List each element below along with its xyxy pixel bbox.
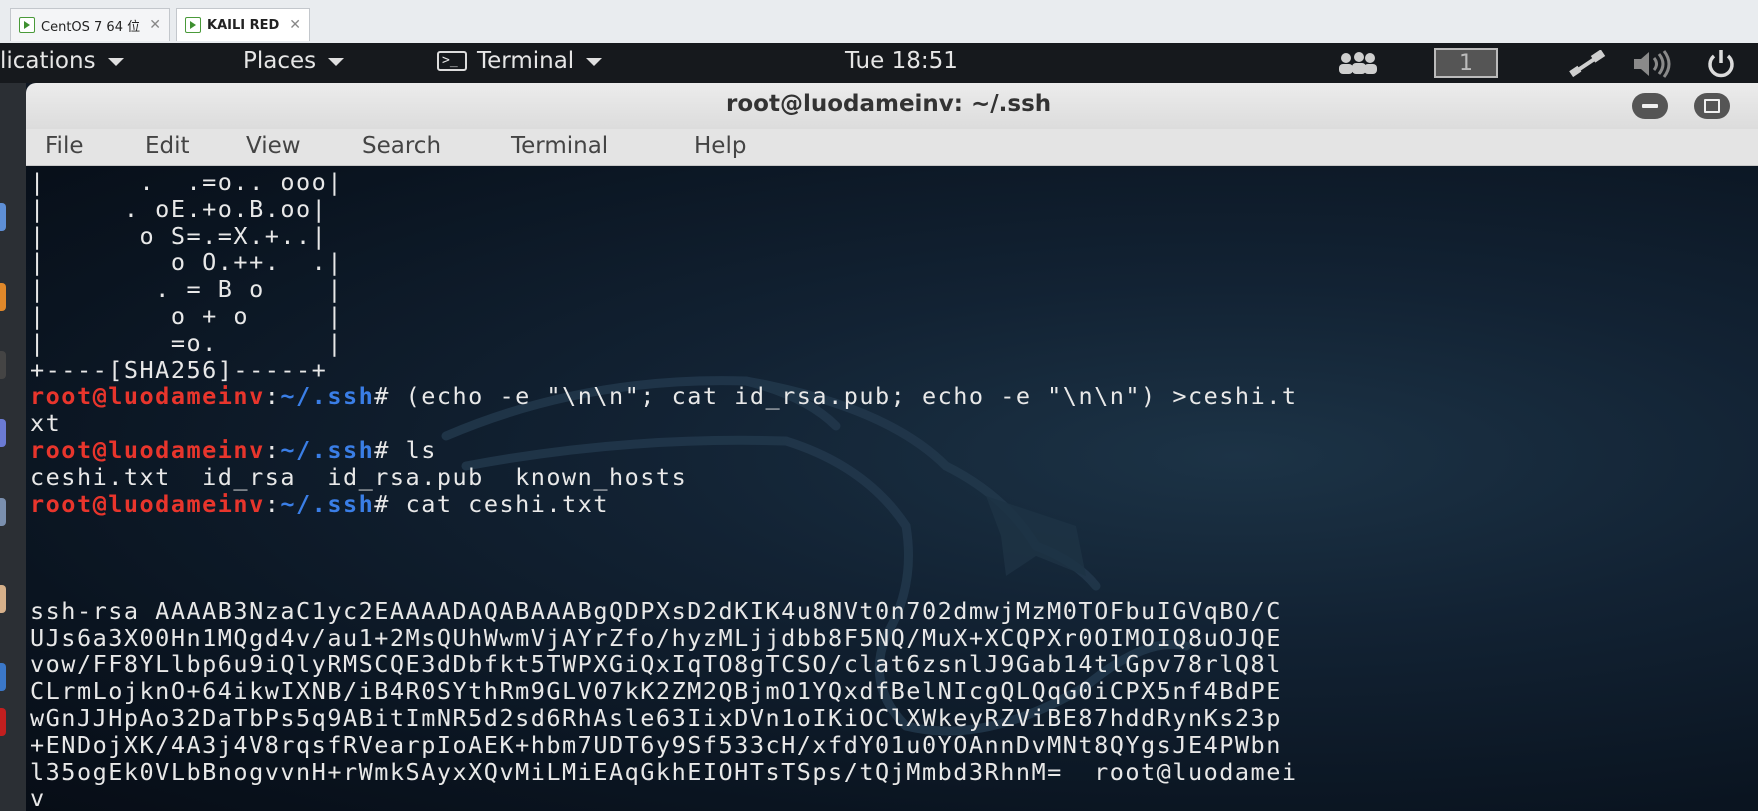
prompt-path: ~/.ssh	[280, 382, 375, 411]
dock-app-icon[interactable]	[0, 419, 6, 447]
window-titlebar[interactable]: root@luodameinv: ~/.ssh	[26, 83, 1758, 129]
volume-icon[interactable]	[1632, 50, 1674, 78]
vm-tab-label: KAILI RED	[207, 17, 280, 33]
gnome-top-bar: lications Places >_ Terminal Tue 18:51 1	[0, 43, 1758, 83]
vm-icon	[19, 17, 35, 33]
terminal-output-line: | o + o |	[30, 301, 343, 330]
vm-tab-kaili-red[interactable]: KAILI RED ✕	[176, 8, 310, 41]
clock[interactable]: Tue 18:51	[845, 48, 958, 74]
terminal-output-line: ssh-rsa AAAAB3NzaC1yc2EAAAADAQABAAABgQDP…	[30, 596, 1282, 625]
dock-app-icon[interactable]	[0, 283, 6, 311]
terminal-icon: >_	[437, 51, 467, 71]
network-wired-icon[interactable]	[1568, 50, 1608, 78]
menu-file[interactable]: File	[45, 133, 84, 159]
dock-app-icon[interactable]	[0, 351, 6, 379]
terminal-menubar: File Edit View Search Terminal Help	[26, 129, 1758, 166]
chevron-down-icon	[328, 58, 345, 66]
command-text: # (echo -e "\n\n"; cat id_rsa.pub; echo …	[374, 382, 1298, 411]
power-icon[interactable]	[1705, 49, 1737, 79]
terminal-output-line: | o O.++. .|	[30, 248, 343, 277]
chevron-down-icon	[107, 58, 124, 66]
menu-terminal[interactable]: Terminal	[511, 133, 608, 159]
chevron-down-icon	[586, 58, 603, 66]
terminal-output: | . .=o.. ooo| | . oE.+o.B.oo| | o S=.=X.+…	[30, 169, 1298, 811]
terminal-output-line: xt	[30, 409, 62, 438]
dock-app-icon[interactable]	[0, 498, 6, 526]
dash-dock	[0, 83, 26, 811]
terminal-output-line	[30, 544, 1298, 571]
terminal-output-line: | o S=.=X.+..|	[30, 221, 328, 250]
vm-tab-label: CentOS 7 64 位	[41, 19, 141, 35]
dock-app-icon[interactable]	[0, 663, 6, 691]
terminal-output-line: wGnJJHpAo32DaTbPs5q9ABitImNR5d2sd6RhAsle…	[30, 703, 1282, 732]
menu-search[interactable]: Search	[362, 133, 441, 159]
vm-tab-centos[interactable]: CentOS 7 64 位 ✕	[10, 8, 170, 41]
terminal-command-line: root@luodameinv:~/.ssh# cat ceshi.txt	[30, 489, 1298, 518]
menu-help[interactable]: Help	[694, 133, 746, 159]
close-icon[interactable]: ✕	[289, 17, 301, 33]
terminal-command-line: root@luodameinv:~/.ssh# ls	[30, 437, 1298, 464]
prompt-path: ~/.ssh	[280, 489, 375, 518]
command-text: # ls	[374, 435, 437, 464]
prompt-separator: :	[264, 382, 281, 411]
close-icon[interactable]: ✕	[149, 17, 161, 33]
prompt-user: root@luodameinv	[30, 382, 265, 411]
terminal-output-line: CLrmLojknO+64ikwIXNB/iB4R0SYthRm9GLV07kK…	[30, 677, 1282, 706]
dock-app-icon[interactable]	[0, 203, 6, 231]
vm-tab-strip: CentOS 7 64 位 ✕ KAILI RED ✕	[0, 0, 1758, 44]
terminal-output-line: vow/FF8YLlbp6u9iQlyRMSCQE3dDbfkt5TWPXGiQ…	[30, 650, 1282, 679]
prompt-user: root@luodameinv	[30, 435, 265, 464]
terminal-command-line: root@luodameinv:~/.ssh# (echo -e "\n\n";…	[30, 383, 1298, 410]
terminal-output-line: | . .=o.. ooo|	[30, 168, 343, 196]
terminal-output-line: | =o. |	[30, 328, 343, 357]
vm-icon	[185, 17, 201, 33]
window-title: root@luodameinv: ~/.ssh	[726, 91, 1052, 117]
terminal-output-line: l35ogEk0VLbBnogvvnH+rWmkSAyxXQvMiLMiEAqG…	[30, 757, 1298, 786]
menu-view[interactable]: View	[246, 133, 301, 159]
terminal-app-menu[interactable]: >_ Terminal	[437, 48, 603, 74]
terminal-output-line: v	[30, 784, 46, 811]
people-icon[interactable]	[1336, 50, 1380, 76]
dock-app-icon[interactable]	[0, 708, 6, 736]
applications-label: lications	[0, 48, 96, 74]
terminal-output-line	[30, 571, 1298, 598]
terminal-output-line: UJs6a3X00Hn1MQgd4v/au1+2MsQUhWwmVjAYrZfo…	[30, 623, 1282, 652]
maximize-button[interactable]	[1694, 93, 1730, 119]
dock-app-icon[interactable]	[0, 585, 6, 613]
terminal-output-line: +----[SHA256]-----+	[30, 355, 328, 384]
terminal-output-line: | . oE.+o.B.oo|	[30, 194, 328, 223]
terminal-output-line: +ENDojXK/4A3j4V8rqsfRVearpIoAEK+hbm7UDT6…	[30, 730, 1282, 759]
terminal-window: root@luodameinv: ~/.ssh File Edit View S…	[26, 83, 1758, 811]
places-menu[interactable]: Places	[243, 48, 345, 74]
prompt-path: ~/.ssh	[280, 435, 375, 464]
menu-edit[interactable]: Edit	[145, 133, 190, 159]
prompt-separator: :	[264, 489, 281, 518]
terminal-content[interactable]: | . .=o.. ooo| | . oE.+o.B.oo| | o S=.=X.+…	[26, 166, 1758, 811]
terminal-output-line	[30, 517, 1298, 544]
workspace-indicator[interactable]: 1	[1434, 48, 1498, 78]
prompt-user: root@luodameinv	[30, 489, 265, 518]
prompt-separator: :	[264, 435, 281, 464]
minimize-button[interactable]	[1632, 93, 1668, 119]
terminal-output-line: | . = B o |	[30, 275, 343, 304]
terminal-app-label: Terminal	[477, 48, 575, 74]
applications-menu[interactable]: lications	[0, 48, 124, 74]
places-label: Places	[243, 48, 317, 74]
terminal-output-line: ceshi.txt id_rsa id_rsa.pub known_hosts	[30, 462, 688, 491]
command-text: # cat ceshi.txt	[374, 489, 610, 518]
